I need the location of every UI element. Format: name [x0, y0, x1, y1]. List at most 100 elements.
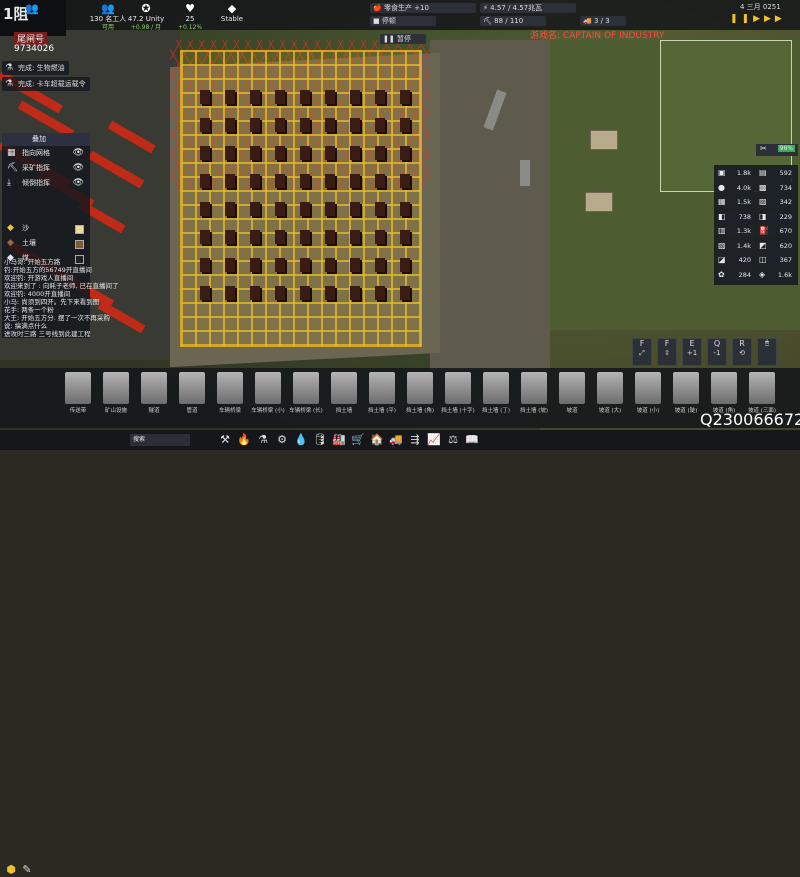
excavator[interactable]	[585, 192, 613, 212]
resource-item[interactable]: ▨ 342	[757, 196, 795, 208]
resource-item[interactable]: ◫ 367	[757, 254, 795, 266]
progress-panel[interactable]: ✂ 96%	[756, 144, 798, 156]
drop-icon[interactable]: 💧	[294, 433, 308, 447]
search-input[interactable]: 搜索	[130, 434, 190, 446]
build-item[interactable]: 矿山设施	[96, 372, 136, 422]
wood-icon: ▤	[759, 168, 767, 177]
resource-item[interactable]: ● 4.0k	[716, 181, 754, 194]
overlay-item-sand[interactable]: ◆ 沙	[2, 221, 90, 236]
overlay-item-soil[interactable]: ◆ 土壤	[2, 236, 90, 251]
rock-pillar	[400, 174, 410, 188]
resource-item[interactable]: ▥ 1.3k	[716, 225, 754, 237]
tool-button[interactable]: F ⤢	[632, 338, 652, 366]
build-item[interactable]: 挡土墙 (角)	[400, 372, 440, 422]
build-item[interactable]: 车辆桥梁 (长)	[286, 372, 326, 422]
tool-button[interactable]: 🖱	[757, 338, 777, 366]
top-stat[interactable]: ◆ Stable	[212, 3, 252, 24]
tool-button[interactable]: E +1	[682, 338, 702, 366]
build-item[interactable]: 车辆桥梁	[210, 372, 250, 422]
tools-icon: ✂	[760, 144, 767, 153]
top-stat[interactable]: ♥ 25 +0.12%	[170, 3, 210, 32]
fire-icon[interactable]: 🔥	[237, 433, 251, 447]
build-item[interactable]: 隧道	[134, 372, 174, 422]
rock-pillar	[200, 118, 210, 132]
pause-icon[interactable]: ❚❚	[730, 14, 753, 24]
eye-icon[interactable]: 👁	[73, 146, 84, 161]
rock-pillar	[400, 90, 410, 104]
eye-icon[interactable]: 👁	[73, 161, 84, 176]
resource-item[interactable]: ◈ 1.6k	[757, 268, 795, 281]
play-icon[interactable]: ▶	[753, 14, 764, 24]
pause-toggle[interactable]: ❚❚ 暂停	[380, 34, 426, 44]
rocky-slope	[430, 40, 550, 370]
resource-item[interactable]: ▤ 592	[757, 167, 795, 179]
resource-item[interactable]: ▦ 1.5k	[716, 196, 754, 208]
checkbox[interactable]	[75, 240, 84, 249]
rock-pillar	[250, 118, 260, 132]
build-item[interactable]: 挡土墙 (平)	[362, 372, 402, 422]
resource-item[interactable]: ▩ 734	[757, 181, 795, 194]
rock-pillar	[375, 202, 385, 216]
build-item[interactable]: 挡土墙 (十字)	[438, 372, 478, 422]
oil-icon[interactable]: 🛢	[313, 433, 327, 447]
trucks-badge[interactable]: 🚚 3 / 3	[580, 16, 626, 26]
hammer-icon[interactable]: ⚒	[218, 433, 232, 447]
build-item[interactable]: 挡土墙 (丁)	[476, 372, 516, 422]
resource-item[interactable]: ◪ 420	[716, 254, 754, 266]
build-item[interactable]: 车辆桥梁 (小)	[248, 372, 288, 422]
top-stat[interactable]: 👥 130 名工人 可用	[88, 3, 128, 32]
completed-notice-1[interactable]: ⚗ 完成: 生物燃油	[2, 61, 69, 75]
top-stat[interactable]: ✪ 47.2 Unity +0.98 / 月	[126, 3, 166, 32]
build-item[interactable]: 坡道	[552, 372, 592, 422]
resource-item[interactable]: ▧ 1.4k	[716, 239, 754, 252]
build-item[interactable]: 传送带	[58, 372, 98, 422]
cart-icon[interactable]: 🛒	[351, 433, 365, 447]
chat-message: 说: 搞满点什么	[4, 322, 48, 330]
gear-icon[interactable]: ⚙	[275, 433, 289, 447]
box-icon: ▣	[718, 168, 726, 177]
belt-icon[interactable]: ⇶	[408, 433, 422, 447]
build-item[interactable]: 坡道 (小)	[628, 372, 668, 422]
tool-button[interactable]: F ⇳	[657, 338, 677, 366]
fast-forward-icon[interactable]: ▶▶	[764, 14, 786, 24]
flask-icon[interactable]: ⚗	[256, 433, 270, 447]
resources-panel: ▣ 1.8k ▤ 592 ● 4.0k ▩ 734 ▦ 1.5k ▨ 342 ◧ 738 ◨ 229 ▥ 1.3k…	[714, 165, 798, 285]
workers-badge[interactable]: ⛏ 88 / 110	[480, 16, 546, 26]
build-item[interactable]: 坡道 (大)	[590, 372, 630, 422]
edit-icon[interactable]: ✎	[20, 863, 34, 877]
build-item-preview	[179, 372, 205, 404]
overlay-item-dump[interactable]: ⤓ 倾倒指挥 👁	[2, 176, 90, 191]
rock-pillar	[275, 174, 285, 188]
factory-icon[interactable]: 🏭	[332, 433, 346, 447]
mining-truck[interactable]	[590, 130, 618, 150]
resource-item[interactable]: ⛽ 670	[757, 225, 795, 237]
resource-item[interactable]: ◨ 229	[757, 210, 795, 223]
scale-icon[interactable]: ⚖	[446, 433, 460, 447]
tool-button[interactable]: Q -1	[707, 338, 727, 366]
resource-item[interactable]: ▣ 1.8k	[716, 167, 754, 179]
truck-icon[interactable]: 🚚	[389, 433, 403, 447]
resource-item[interactable]: ✿ 284	[716, 268, 754, 281]
overlay-item-mining[interactable]: ⛏ 采矿指挥 👁	[2, 161, 90, 176]
resource-item[interactable]: ◧ 738	[716, 210, 754, 223]
chart-icon[interactable]: 📈	[427, 433, 441, 447]
electricity-badge[interactable]: ⚡ 4.57 / 4.57兆瓦	[480, 3, 576, 13]
overlay-item-grid[interactable]: ▦ 指向网格 👁	[2, 146, 90, 161]
food-production-badge[interactable]: 🍎 零食生产 +10	[370, 3, 476, 13]
cube-icon[interactable]: ⬢	[4, 863, 18, 877]
progress-value: 96%	[777, 145, 795, 152]
checkbox[interactable]	[75, 225, 84, 234]
top-stat[interactable]: 👥	[12, 3, 52, 23]
build-item[interactable]: 管道	[172, 372, 212, 422]
stop-icon: ■	[373, 17, 382, 25]
rock-pillar	[300, 286, 310, 300]
house-icon[interactable]: 🏠	[370, 433, 384, 447]
book-icon[interactable]: 📖	[465, 433, 479, 447]
tool-button[interactable]: R ⟲	[732, 338, 752, 366]
stopped-badge[interactable]: ■ 停顿	[370, 16, 436, 26]
build-item[interactable]: 挡土墙 (坡)	[514, 372, 554, 422]
build-item[interactable]: 挡土墙	[324, 372, 364, 422]
eye-icon[interactable]: 👁	[73, 176, 84, 191]
resource-item[interactable]: ◩ 620	[757, 239, 795, 252]
completed-notice-2[interactable]: ⚗ 完成: 卡车超载运载令	[2, 77, 90, 91]
